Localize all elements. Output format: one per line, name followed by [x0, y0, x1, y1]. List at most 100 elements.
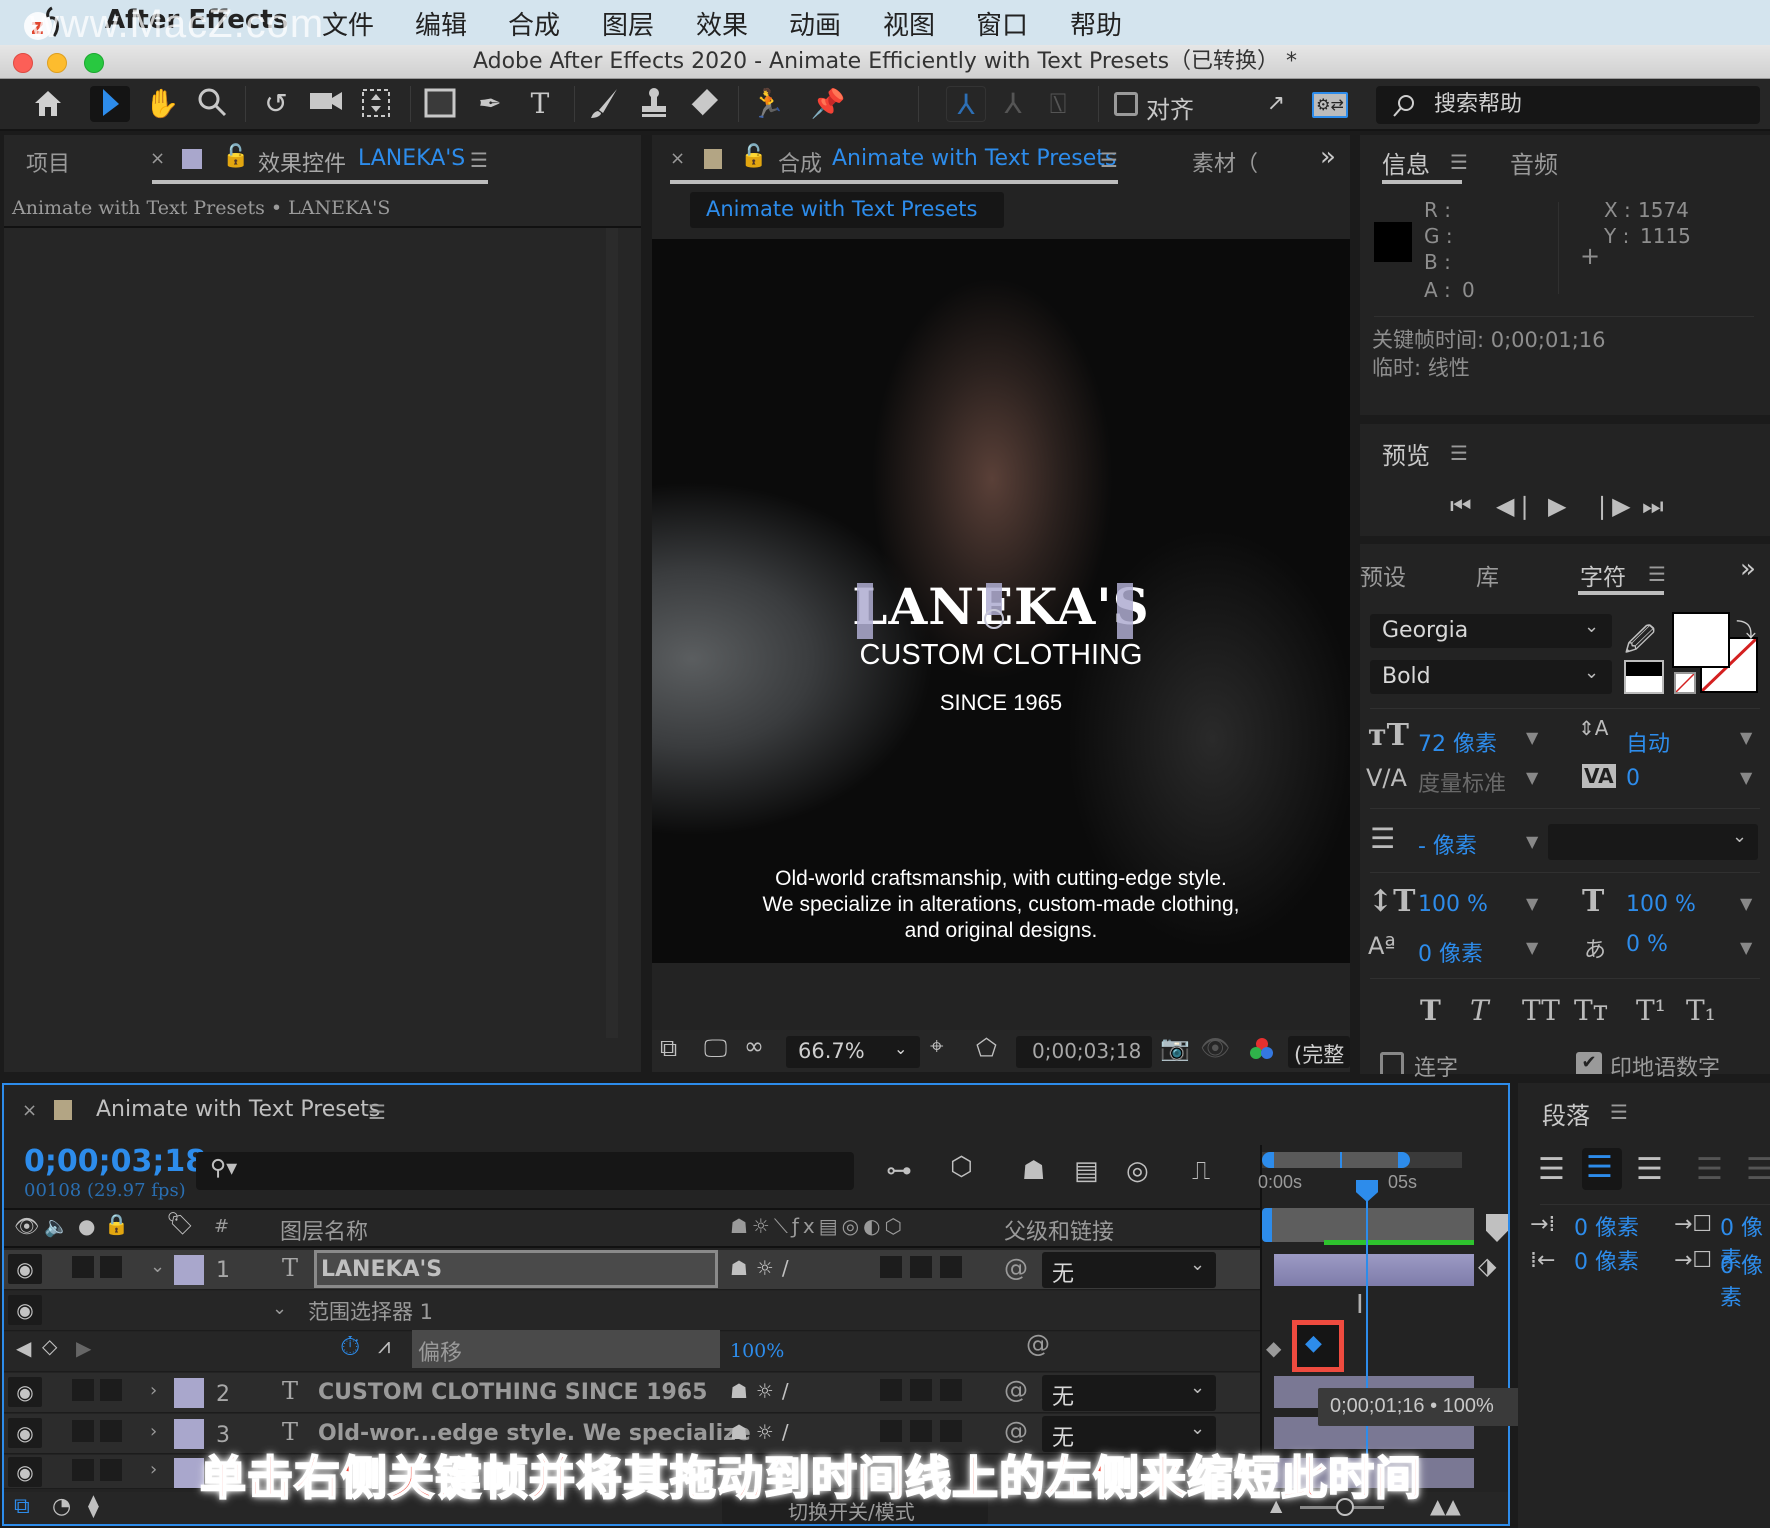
baseline-shift-value[interactable]: 0 像素: [1418, 936, 1483, 968]
timeline-tab-name[interactable]: Animate with Text Presets: [96, 1097, 380, 1122]
tab-footage[interactable]: 素材（: [1192, 146, 1258, 178]
frame-blending-icon[interactable]: ▤: [1074, 1156, 1099, 1186]
first-frame-button[interactable]: ⏮: [1450, 492, 1472, 520]
layer-duration-bar[interactable]: [1274, 1254, 1474, 1286]
justify-center-button[interactable]: ☰: [1746, 1152, 1770, 1187]
range-selector-row[interactable]: [4, 1291, 1260, 1331]
audio-column-icon[interactable]: 🔈: [44, 1214, 69, 1238]
superscript-button[interactable]: T¹: [1636, 994, 1666, 1027]
stroke-style-dropdown[interactable]: ⌄: [1548, 824, 1758, 860]
font-family-dropdown[interactable]: Georgia ⌄: [1370, 614, 1612, 648]
apple-logo-icon[interactable]: z: [22, 4, 62, 42]
faux-bold-button[interactable]: T: [1420, 994, 1441, 1027]
rectangle-tool[interactable]: [420, 86, 460, 122]
close-tab-icon[interactable]: ×: [150, 148, 165, 169]
close-tab-icon[interactable]: ×: [22, 1100, 37, 1121]
local-axis-mode[interactable]: ⅄: [946, 86, 986, 122]
hindi-digits-checkbox[interactable]: ✔: [1576, 1052, 1602, 1074]
time-navigator-range[interactable]: [1262, 1152, 1410, 1168]
rgb-channels-icon[interactable]: [1248, 1036, 1276, 1066]
pen-tool[interactable]: ✒: [470, 86, 510, 122]
set-black-white-swatch[interactable]: [1624, 660, 1664, 694]
property-name-field[interactable]: 偏移: [412, 1330, 720, 1368]
hand-tool[interactable]: ✋: [142, 86, 182, 122]
last-frame-button[interactable]: ⏭: [1642, 492, 1664, 520]
swap-colors-icon[interactable]: ⤵: [1736, 614, 1756, 643]
switch-box[interactable]: [910, 1420, 932, 1442]
magnification-dropdown[interactable]: 66.7% ⌄: [786, 1036, 920, 1068]
solo-toggle[interactable]: [72, 1256, 94, 1278]
align-center-button[interactable]: ☰: [1582, 1148, 1622, 1190]
draft-3d-icon[interactable]: ⬡: [950, 1152, 973, 1182]
fill-color-swatch[interactable]: [1672, 612, 1730, 668]
chevron-right-icon[interactable]: ›: [150, 1459, 157, 1480]
panel-menu-icon[interactable]: ☰: [1610, 1100, 1628, 1124]
pick-whip-icon[interactable]: @: [1004, 1376, 1028, 1404]
play-button[interactable]: ▶: [1548, 492, 1566, 520]
current-time-field[interactable]: 0;00;03;18: [1016, 1036, 1152, 1068]
tab-presets[interactable]: 预设: [1360, 558, 1406, 592]
font-style-dropdown[interactable]: Bold ⌄: [1370, 660, 1612, 694]
motion-blur-icon[interactable]: ◎: [1126, 1156, 1149, 1186]
menu-view[interactable]: 视图: [883, 5, 935, 42]
pick-whip-icon[interactable]: @: [1026, 1330, 1050, 1358]
lock-toggle[interactable]: [100, 1420, 122, 1442]
solo-toggle[interactable]: [72, 1420, 94, 1442]
add-keyframe-button[interactable]: ◇: [42, 1334, 57, 1358]
small-caps-button[interactable]: Tт: [1574, 994, 1608, 1027]
monitor-icon[interactable]: 🖵: [704, 1034, 727, 1062]
horizontal-scale-value[interactable]: 100 %: [1626, 892, 1696, 917]
dropdown-arrow-icon[interactable]: ▼: [1740, 938, 1752, 957]
tab-info[interactable]: 信息: [1382, 145, 1430, 180]
tracking-value[interactable]: 0: [1626, 766, 1640, 791]
ligatures-checkbox[interactable]: [1380, 1052, 1404, 1074]
solo-column-icon[interactable]: ●: [78, 1214, 95, 1238]
graph-icon[interactable]: ⩘: [378, 1334, 390, 1359]
layer-name[interactable]: CUSTOM CLOTHING SINCE 1965: [318, 1380, 707, 1405]
minimize-window-button[interactable]: [47, 53, 67, 73]
layer-label-color[interactable]: [174, 1255, 204, 1285]
kerning-value[interactable]: 度量标准: [1418, 766, 1506, 798]
pick-whip-icon[interactable]: @: [1004, 1417, 1028, 1445]
chevron-down-icon[interactable]: ⌄: [150, 1256, 165, 1277]
view-axis-mode[interactable]: ⍂: [1038, 86, 1078, 122]
justify-left-button[interactable]: ☰: [1696, 1152, 1723, 1187]
panel-menu-icon[interactable]: ☰: [368, 1100, 386, 1124]
layer-name-field[interactable]: LANEKA'S: [314, 1250, 718, 1288]
in-out-pane-icon[interactable]: ⧫: [88, 1494, 99, 1519]
current-time-display[interactable]: 0;00;03;18: [24, 1144, 206, 1179]
tab-library[interactable]: 库: [1476, 558, 1499, 592]
world-axis-mode[interactable]: ⅄: [993, 86, 1033, 122]
menu-help[interactable]: 帮助: [1070, 5, 1122, 42]
video-column-icon[interactable]: 👁: [14, 1214, 39, 1238]
tab-character[interactable]: 字符: [1580, 558, 1626, 592]
panel-menu-icon[interactable]: ☰: [1100, 148, 1118, 172]
visibility-toggle[interactable]: ◉: [8, 1254, 42, 1284]
tab-effect-controls-layer[interactable]: LANEKA'S: [358, 146, 465, 171]
layer-switches-pane-icon[interactable]: ⧉: [14, 1494, 30, 1519]
menu-effect[interactable]: 效果: [696, 5, 748, 42]
space-after-value[interactable]: 0 像素: [1720, 1248, 1770, 1312]
zoom-in-icon[interactable]: ▲▲: [1430, 1494, 1461, 1518]
zoom-tool[interactable]: [192, 86, 232, 122]
visibility-toggle[interactable]: ◉: [8, 1377, 42, 1407]
chevron-right-icon[interactable]: ›: [150, 1380, 157, 1401]
switch-box[interactable]: [880, 1379, 902, 1401]
show-snapshot-icon[interactable]: 👁: [1200, 1034, 1230, 1062]
switch-box[interactable]: [880, 1256, 902, 1278]
close-window-button[interactable]: [13, 53, 33, 73]
menu-file[interactable]: 文件: [322, 5, 374, 42]
faux-italic-button[interactable]: T: [1470, 994, 1489, 1027]
indent-right-value[interactable]: 0 像素: [1574, 1244, 1639, 1276]
vertical-scale-value[interactable]: 100 %: [1418, 892, 1488, 917]
switch-box[interactable]: [940, 1379, 962, 1401]
dropdown-arrow-icon[interactable]: ▼: [1740, 728, 1752, 747]
visibility-toggle[interactable]: ◉: [8, 1295, 42, 1325]
previous-frame-button[interactable]: ◀❘: [1496, 492, 1535, 520]
comp-button-icon[interactable]: ⬗: [1478, 1252, 1496, 1280]
layer-handle[interactable]: [1117, 583, 1133, 639]
snapshot-camera-icon[interactable]: 📷: [1160, 1034, 1190, 1062]
menu-window[interactable]: 窗口: [976, 5, 1028, 42]
transfer-controls-pane-icon[interactable]: ◔: [52, 1494, 71, 1519]
dropdown-arrow-icon[interactable]: ▼: [1740, 894, 1752, 913]
